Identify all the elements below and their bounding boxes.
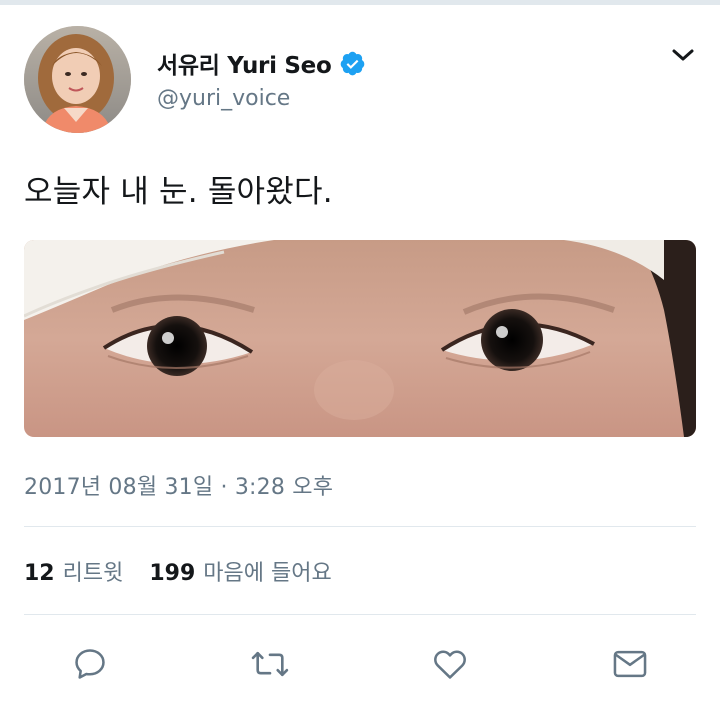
tweet-text: 오늘자 내 눈. 돌아왔다. [24,174,333,210]
tweet-stats: 12 리트윗 199 마음에 들어요 [24,555,332,587]
divider [24,526,696,527]
retweets-stat[interactable]: 12 리트윗 [24,555,123,587]
top-divider [0,0,720,5]
chevron-down-icon[interactable] [670,44,696,66]
tweet-actions [0,640,720,690]
tweet-header: 서유리 Yuri Seo @yuri_voice [24,26,696,136]
likes-count: 199 [149,561,196,586]
user-handle[interactable]: @yuri_voice [157,86,290,111]
retweet-icon[interactable] [250,644,290,684]
direct-message-icon[interactable] [610,644,650,684]
tweet-photo[interactable] [24,240,696,437]
reply-icon[interactable] [70,644,110,684]
verified-badge-icon [339,50,366,77]
display-name[interactable]: 서유리 Yuri Seo [157,46,332,80]
retweets-label: 리트윗 [62,561,124,586]
likes-stat[interactable]: 199 마음에 들어요 [149,555,331,587]
avatar[interactable] [24,26,131,133]
tweet-timestamp[interactable]: 2017년 08월 31일 · 3:28 오후 [24,469,333,501]
name-row[interactable]: 서유리 Yuri Seo [157,46,366,80]
like-icon[interactable] [430,644,470,684]
divider [24,614,696,615]
retweets-count: 12 [24,561,55,586]
likes-label: 마음에 들어요 [203,561,332,586]
